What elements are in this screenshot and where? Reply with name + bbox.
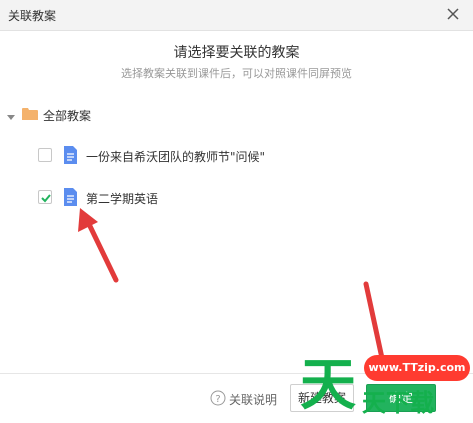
watermark-chars: 天下载 — [362, 389, 434, 417]
watermark-big-char: 天 — [300, 353, 356, 418]
watermark-site-badge: www.TTzip.com — [364, 355, 470, 381]
